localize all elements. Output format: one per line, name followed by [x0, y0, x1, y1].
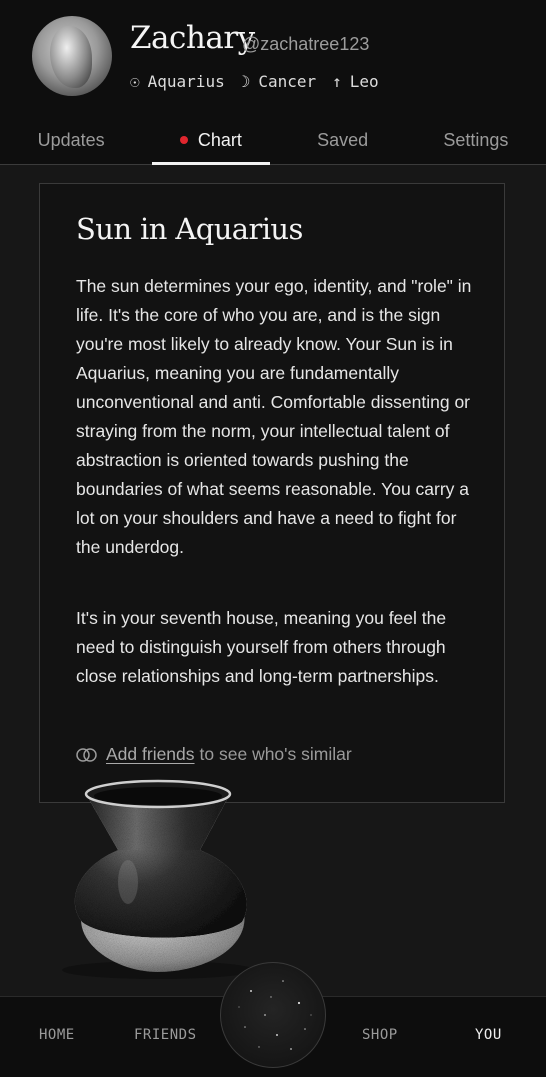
card-paragraph-house: It's in your seventh house, meaning you …: [76, 608, 447, 686]
nav-friends[interactable]: FRIENDS: [134, 1027, 197, 1043]
starfield-icon: [238, 980, 312, 1050]
profile-name: Zachary: [130, 20, 255, 56]
tab-label: Saved: [317, 129, 369, 150]
active-dot-icon: [179, 136, 188, 144]
avatar-bust-image: [50, 26, 92, 88]
tab-settings[interactable]: Settings: [439, 116, 512, 164]
nav-shop[interactable]: SHOP: [362, 1027, 398, 1043]
moon-sign: Cancer: [258, 72, 317, 91]
tab-label: Updates: [37, 129, 105, 150]
vase-image: [62, 779, 254, 979]
profile-handle: @zachatree123: [242, 34, 370, 54]
profile-header: Zachary @zachatree123 ☉ Aquarius ☽ Cance…: [0, 0, 546, 165]
tab-label: Chart: [197, 129, 242, 150]
rising-sign: Leo: [349, 72, 379, 91]
big-three-signs: ☉ Aquarius ☽ Cancer ↑ Leo: [130, 72, 395, 91]
add-friends-link[interactable]: Add friends: [106, 744, 195, 765]
placement-card: Sun in Aquarius The sun determines your …: [39, 183, 505, 803]
sun-sign: Aquarius: [147, 72, 225, 91]
avatar[interactable]: [32, 16, 112, 96]
nav-you[interactable]: YOU: [475, 1027, 502, 1043]
tab-label: Settings: [443, 129, 509, 150]
rising-arrow-icon: ↑: [332, 72, 342, 91]
add-friends-suffix: to see who's similar: [199, 744, 352, 764]
overlapping-circles-icon: [76, 747, 97, 762]
tab-chart[interactable]: Chart: [151, 116, 270, 165]
card-title: Sun in Aquarius: [76, 212, 303, 246]
profile-tabs: Updates Chart Saved Settings: [0, 116, 546, 165]
moon-icon: ☽: [240, 72, 251, 91]
add-friends-row: Add friends to see who's similar: [76, 744, 352, 765]
star-orb-button[interactable]: [220, 962, 326, 1068]
tab-updates[interactable]: Updates: [34, 116, 109, 164]
tab-saved[interactable]: Saved: [313, 116, 372, 164]
card-paragraph-sun: The sun determines your ego, identity, a…: [76, 276, 472, 557]
sun-icon: ☉: [130, 72, 140, 91]
nav-home[interactable]: HOME: [39, 1027, 75, 1043]
